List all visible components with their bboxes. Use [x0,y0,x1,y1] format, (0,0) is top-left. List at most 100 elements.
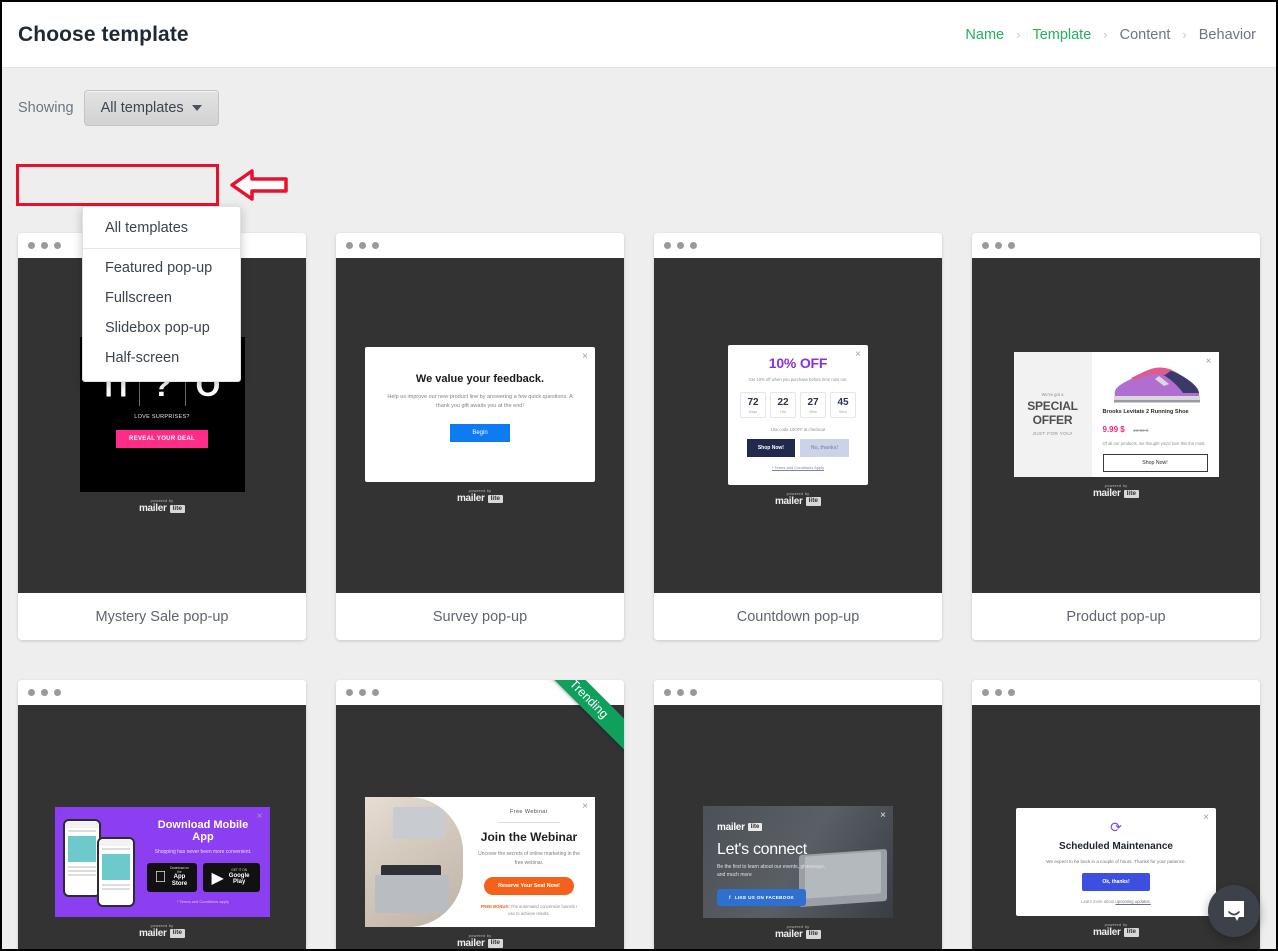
close-icon: × [855,348,861,360]
chrome-dot-icon [346,242,353,249]
mobile-app-headline: Download Mobile App [157,819,249,844]
template-card-product[interactable]: × We've got a SPECIAL OFFER JUST FOR YOU… [972,233,1260,640]
countdown-label: Secs [839,409,847,414]
chrome-dot-icon [995,689,1002,696]
maintenance-link: Learn more about upcoming updates. [1030,899,1202,904]
app-store-label: App Store [162,872,187,887]
maintenance-link-prefix: Learn more about [1081,898,1116,904]
mailerlite-wordmark: mailer [138,927,167,939]
template-card-facebook[interactable]: × mailer lite Let's connect Be the first… [654,680,942,949]
countdown-buttons: Shop Now! No, thanks! [738,438,858,457]
menu-item-half-screen[interactable]: Half-screen [83,343,240,373]
card-browser-chrome [972,233,1260,258]
template-card-webinar[interactable]: Trending × Free Webinar Join the Webinar… [336,680,624,949]
mailerlite-wordmark: mailer [1092,926,1121,938]
breadcrumb-step-content[interactable]: Content [1118,27,1173,43]
product-detail-panel: Brooks Levitate 2 Running Shoe 9.99 $ 19… [1092,352,1219,477]
mailerlite-wordmark: mailer [456,493,485,504]
menu-item-fullscreen[interactable]: Fullscreen [83,283,240,313]
countdown-primary-button: Shop Now! [746,438,795,457]
mailerlite-lite-tag: lite [487,939,504,948]
template-card-mobile-app[interactable]: × Download Mobile App Shopping has never… [18,680,306,949]
chrome-dot-icon [690,689,697,696]
powered-by-label: powered by [786,490,810,496]
chat-widget-button[interactable] [1208,885,1260,937]
card-browser-chrome [18,680,306,705]
close-icon: × [582,800,588,812]
chrome-dot-icon [372,242,379,249]
chrome-dot-icon [995,242,1002,249]
chrome-dot-icon [1008,689,1015,696]
close-icon: × [880,809,886,821]
facebook-cta-button: f LIKE US ON FACEBOOK [717,888,807,906]
mailerlite-wordmark: mailer [1092,488,1121,499]
chrome-dot-icon [28,242,35,249]
chrome-dot-icon [664,242,671,249]
breadcrumb-step-behavior[interactable]: Behavior [1197,27,1258,43]
card-browser-chrome [336,233,624,258]
countdown-value: 27 [807,396,819,408]
survey-cta-button: Begin [450,423,510,442]
card-preview: × We've got a SPECIAL OFFER JUST FOR YOU… [972,258,1260,593]
maintenance-link-text: upcoming updates. [1115,898,1151,904]
template-filter-menu[interactable]: All templates Featured pop-up Fullscreen… [82,206,241,382]
menu-item-all-templates[interactable]: All templates [83,213,240,243]
facebook-icon: f [729,894,731,900]
desk-laptop-image [365,796,463,927]
powered-by-mailerlite-logo: powered by mailer lite [456,489,504,504]
mailerlite-lite-tag: lite [169,929,186,938]
powered-by-mailerlite-logo: powered by mailer lite [775,490,822,507]
showing-label: Showing [18,100,74,116]
facebook-popup-mockup: × mailer lite Let's connect Be the first… [703,805,893,918]
template-card-countdown[interactable]: × 10% OFF Get 10% off when you purchase … [654,233,942,640]
mobile-app-popup-mockup: × Download Mobile App Shopping has never… [54,806,270,917]
mailerlite-lite-tag: lite [747,823,763,831]
product-subtext: JUST FOR YOU! [1032,432,1073,438]
powered-by-mailerlite-logo: powered by mailer lite [456,933,504,949]
divider [498,821,560,823]
card-title: Product pop-up [972,593,1260,640]
product-pricing: 9.99 $ 19.99 $ [1103,419,1208,437]
product-original-price: 19.99 $ [1133,428,1149,433]
card-title: Survey pop-up [336,593,624,640]
breadcrumb-step-template[interactable]: Template [1030,27,1093,43]
breadcrumb-step-name[interactable]: Name [963,27,1006,43]
chrome-dot-icon [664,689,671,696]
template-card-survey[interactable]: × We value your feedback. Help us improv… [336,233,624,640]
breadcrumb: Name › Template › Content › Behavior [963,27,1258,43]
mobile-app-content: Download Mobile App Shopping has never b… [146,819,270,904]
mailerlite-wordmark: mailer [456,937,485,949]
countdown-unit: 45 Secs [830,391,856,418]
countdown-subtext: Get 10% off when you purchase before tim… [748,376,848,382]
phone-mockup-image [55,807,147,917]
breadcrumb-separator-icon: › [1016,27,1021,42]
webinar-bonus: FREE BONUS: The automated conversion fun… [477,903,581,917]
phone-back [96,836,135,907]
app-store-small-label: Download on the [158,867,189,874]
chrome-dot-icon [41,242,48,249]
menu-item-featured-popup[interactable]: Featured pop-up [83,253,240,283]
mailerlite-lite-tag: lite [805,930,822,939]
webinar-bonus-text: The automated conversion funnels I use t… [508,903,578,916]
google-play-badge: ▶ GET IT ON Google Play [203,863,260,892]
template-filter-dropdown[interactable]: All templates [83,90,219,126]
menu-divider [83,248,240,249]
chrome-dot-icon [1008,242,1015,249]
menu-item-slidebox-popup[interactable]: Slidebox pop-up [83,313,240,343]
maintenance-cta-button: Ok, thanks! [1082,872,1150,891]
chrome-dot-icon [54,242,61,249]
card-browser-chrome [972,680,1260,705]
page-header: Choose template Name › Template › Conten… [2,2,1276,68]
chrome-dot-icon [690,242,697,249]
chevron-down-icon [191,105,202,111]
close-icon: × [256,810,263,822]
chrome-dot-icon [982,242,989,249]
powered-by-mailerlite-logo: powered by mailer lite [1092,922,1140,938]
countdown-code-text: Use code 10OFF at checkout [770,426,826,432]
chrome-dot-icon [359,242,366,249]
mobile-app-terms: * Terms and Conditions apply [177,898,229,904]
countdown-secondary-button: No, thanks! [799,438,850,457]
annotation-highlight-box [16,164,219,206]
mobile-app-subtext: Shopping has never been more convenient. [154,849,252,856]
countdown-value: 45 [837,396,849,408]
